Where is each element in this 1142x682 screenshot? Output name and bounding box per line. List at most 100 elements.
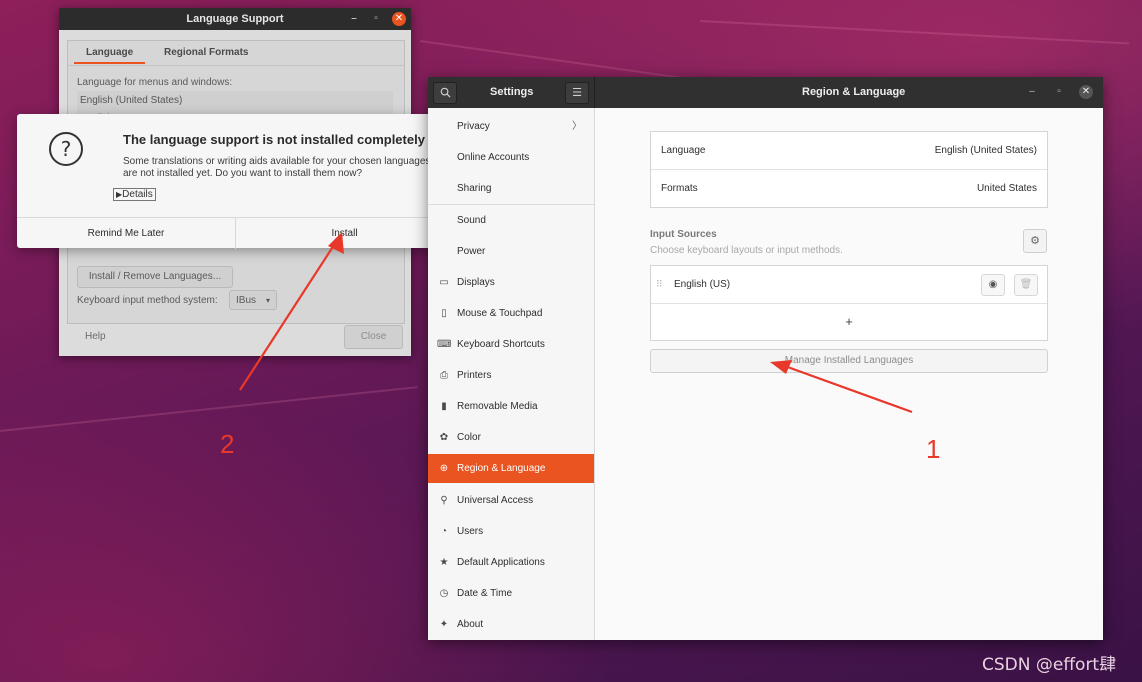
chevron-down-icon: ▾ xyxy=(265,296,270,305)
dialog-title: The language support is not installed co… xyxy=(123,132,425,147)
add-input-source-button[interactable]: + xyxy=(651,304,1047,340)
sidebar-item-label: Displays xyxy=(457,277,495,288)
language-row[interactable]: Language English (United States) xyxy=(651,132,1047,170)
users-icon: ◔ xyxy=(440,526,448,537)
sidebar-item-label: Sound xyxy=(457,215,486,226)
formats-row[interactable]: Formats United States xyxy=(651,170,1047,207)
sidebar-item-label: Universal Access xyxy=(457,495,534,506)
sidebar-item-color[interactable]: ✿ Color xyxy=(428,423,594,452)
sidebar-item-sound[interactable]: Sound xyxy=(428,206,594,235)
sidebar-item-date-time[interactable]: ◷ Date & Time xyxy=(428,579,594,608)
keyboard-icon: ⌨ xyxy=(437,339,452,350)
preview-layout-button[interactable]: ◉ xyxy=(981,274,1005,296)
input-sources-card: ⠿ English (US) ◉ 🗑 + xyxy=(650,265,1048,341)
sidebar-item-default-applications[interactable]: ★ Default Applications xyxy=(428,548,594,577)
eye-icon: ◉ xyxy=(988,279,998,290)
sidebar-title: Settings xyxy=(490,86,534,98)
tab-language[interactable]: Language xyxy=(74,47,146,64)
search-button[interactable] xyxy=(433,82,457,104)
sidebar-item-online-accounts[interactable]: Online Accounts xyxy=(428,143,594,172)
region-language-panel: Language English (United States) Formats… xyxy=(595,108,1103,640)
display-icon: ▭ xyxy=(439,277,449,288)
keyboard-input-value: IBus xyxy=(236,295,257,306)
sidebar-item-label: Default Applications xyxy=(457,557,545,568)
input-source-label: English (US) xyxy=(674,279,731,290)
about-icon: ✦ xyxy=(439,619,449,630)
drag-handle-icon[interactable]: ⠿ xyxy=(656,266,663,303)
install-button[interactable]: Install xyxy=(236,218,453,249)
menu-button[interactable]: ☰ xyxy=(565,82,589,104)
sidebar-item-about[interactable]: ✦ About xyxy=(428,610,594,639)
annotation-label-2: 2 xyxy=(220,429,235,459)
close-icon[interactable]: ✕ xyxy=(1079,85,1093,99)
sidebar-item-label: Region & Language xyxy=(457,463,546,474)
sidebar-item-users[interactable]: ◔ Users xyxy=(428,517,594,546)
sidebar-item-label: Keyboard Shortcuts xyxy=(457,339,545,350)
sidebar-item-region-language[interactable]: ⊕ Region & Language xyxy=(428,454,594,483)
settings-window: Settings ☰ Region & Language – ▫ ✕ Priva… xyxy=(428,77,1103,640)
keyboard-input-select[interactable]: IBus ▾ xyxy=(229,290,277,310)
page-title: Region & Language xyxy=(802,86,906,98)
wallpaper-streak xyxy=(0,386,418,432)
sidebar-item-label: Date & Time xyxy=(457,588,513,599)
sidebar-item-label: Printers xyxy=(457,370,492,381)
maximize-icon[interactable]: ▫ xyxy=(369,12,383,26)
dialog-button-bar: Remind Me Later Install xyxy=(17,217,453,249)
language-value: English (United States) xyxy=(934,145,1037,156)
language-list-label: Language for menus and windows: xyxy=(77,77,233,88)
sidebar-item-displays[interactable]: ▭ Displays xyxy=(428,268,594,297)
remind-me-later-button[interactable]: Remind Me Later xyxy=(17,218,236,249)
question-icon: ? xyxy=(49,132,83,166)
details-label: Details xyxy=(122,189,153,200)
tab-regional-formats[interactable]: Regional Formats xyxy=(164,47,248,58)
maximize-icon[interactable]: ▫ xyxy=(1052,85,1066,99)
removable-media-icon: ▮ xyxy=(441,401,447,412)
sidebar-item-universal-access[interactable]: ⚲ Universal Access xyxy=(428,486,594,515)
sidebar-item-power[interactable]: Power xyxy=(428,237,594,266)
sidebar-item-label: Mouse & Touchpad xyxy=(457,308,543,319)
input-sources-title: Input Sources xyxy=(650,229,717,240)
settings-sidebar: Privacy 〉 Online Accounts Sharing Sound … xyxy=(428,108,595,640)
sidebar-item-privacy[interactable]: Privacy 〉 xyxy=(428,112,594,141)
sidebar-divider xyxy=(428,204,594,205)
sidebar-item-printers[interactable]: ⎙ Printers xyxy=(428,361,594,390)
remove-input-button[interactable]: 🗑 xyxy=(1014,274,1038,296)
dialog-message: Some translations or writing aids availa… xyxy=(123,156,431,179)
sidebar-item-label: Users xyxy=(457,526,484,537)
mouse-icon: ▯ xyxy=(441,308,447,319)
watermark: CSDN @effort肆 xyxy=(982,655,1117,675)
settings-headerbar: Settings ☰ Region & Language – ▫ ✕ xyxy=(428,77,1103,108)
sidebar-item-sharing[interactable]: Sharing xyxy=(428,174,594,203)
close-icon[interactable]: ✕ xyxy=(392,12,406,26)
accessibility-icon: ⚲ xyxy=(440,495,448,506)
sidebar-item-removable-media[interactable]: ▮ Removable Media xyxy=(428,392,594,421)
formats-label: Formats xyxy=(661,183,698,194)
sidebar-item-mouse-touchpad[interactable]: ▯ Mouse & Touchpad xyxy=(428,299,594,328)
sidebar-item-label: Privacy xyxy=(457,121,490,132)
list-item[interactable]: English (United States) xyxy=(77,91,393,109)
minimize-icon[interactable]: – xyxy=(347,12,361,26)
close-button[interactable]: Close xyxy=(344,325,403,349)
header-separator xyxy=(594,77,595,108)
clock-icon: ◷ xyxy=(439,588,449,599)
details-expander[interactable]: ▶Details xyxy=(113,188,156,201)
sidebar-item-label: Color xyxy=(457,432,481,443)
wallpaper-streak xyxy=(699,20,1130,45)
gear-icon: ⚙ xyxy=(1030,235,1040,247)
formats-value: United States xyxy=(976,183,1037,194)
hamburger-icon: ☰ xyxy=(572,87,582,99)
sidebar-item-label: Online Accounts xyxy=(457,152,530,163)
manage-installed-languages-button[interactable]: Manage Installed Languages xyxy=(650,349,1048,373)
input-options-button[interactable]: ⚙ xyxy=(1023,229,1047,253)
sidebar-item-label: Power xyxy=(457,246,486,257)
language-support-titlebar: Language Support – ▫ ✕ xyxy=(59,8,411,30)
trash-icon: 🗑 xyxy=(1019,279,1033,290)
input-source-row[interactable]: ⠿ English (US) ◉ 🗑 xyxy=(651,266,1047,304)
install-remove-languages-button[interactable]: Install / Remove Languages... xyxy=(77,266,233,288)
help-button[interactable]: Help xyxy=(85,331,106,342)
minimize-icon[interactable]: – xyxy=(1025,85,1039,99)
color-icon: ✿ xyxy=(439,432,449,443)
sidebar-item-label: Sharing xyxy=(457,183,492,194)
sidebar-item-keyboard-shortcuts[interactable]: ⌨ Keyboard Shortcuts xyxy=(428,330,594,359)
annotation-label-1: 1 xyxy=(926,434,941,464)
